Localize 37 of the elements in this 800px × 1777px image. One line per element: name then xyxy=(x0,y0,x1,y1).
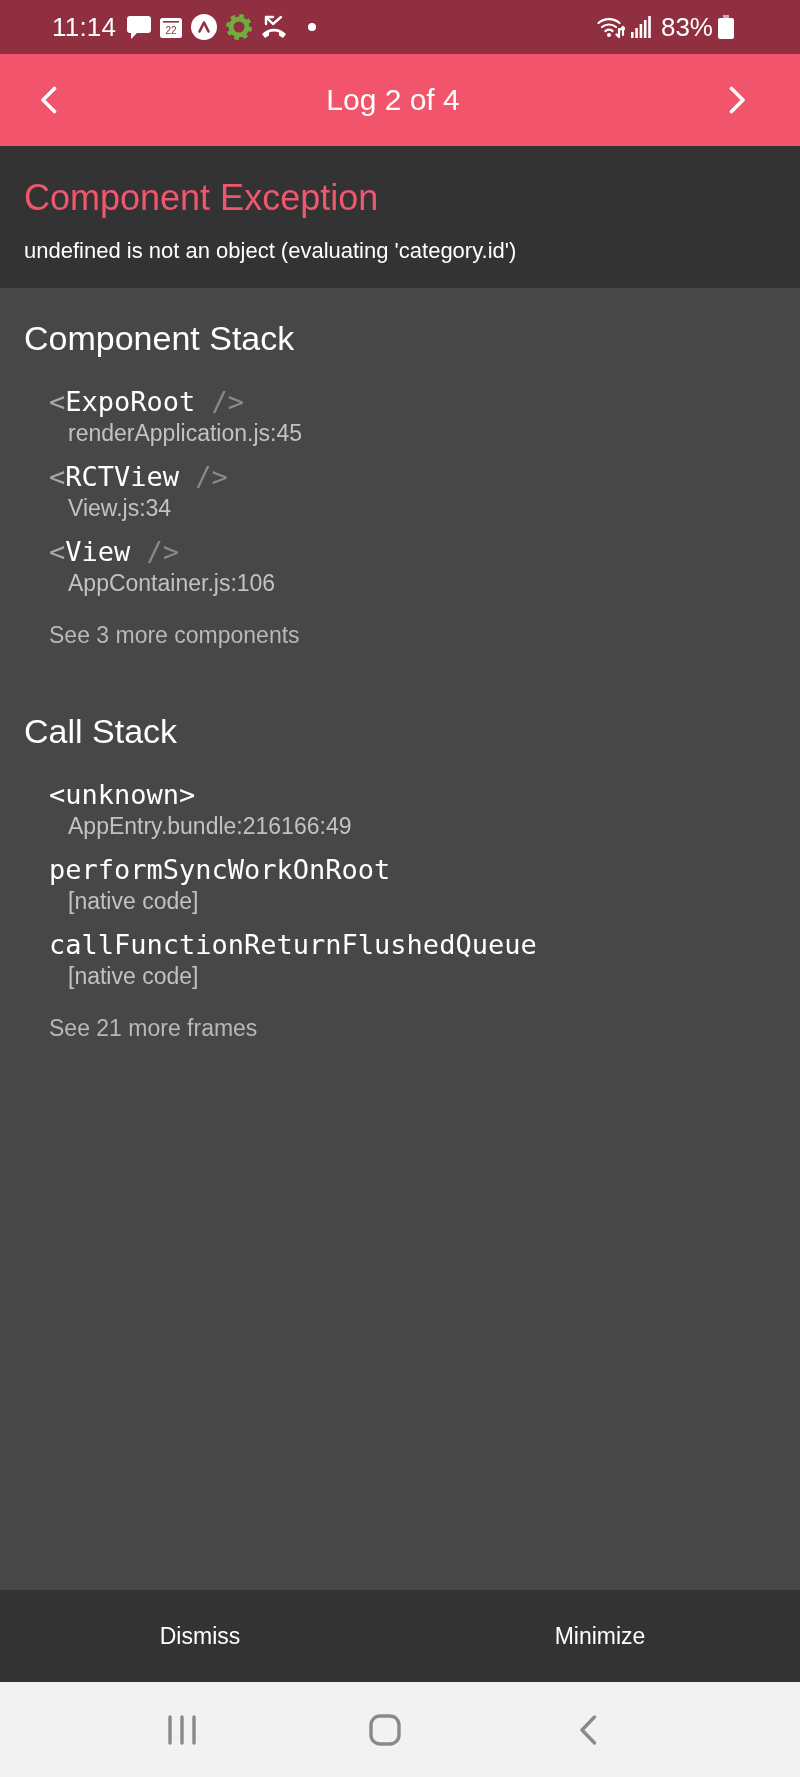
battery-icon xyxy=(718,15,734,39)
chevron-right-icon[interactable] xyxy=(729,86,746,114)
source-location: [native code] xyxy=(68,962,199,991)
dismiss-button[interactable]: Dismiss xyxy=(0,1590,400,1682)
notification-dot-icon xyxy=(308,23,317,31)
see-more-link[interactable]: See 3 more components xyxy=(49,620,300,650)
chevron-left-icon[interactable] xyxy=(40,86,57,114)
chat-bubble-icon xyxy=(127,15,152,39)
function-name: performSyncWorkOnRoot xyxy=(49,854,391,886)
error-message: undefined is not an object (evaluating 'category.id') xyxy=(24,237,517,265)
log-counter-title: Log 2 of 4 xyxy=(326,82,460,118)
signal-icon xyxy=(630,16,651,38)
chevron-circle-icon xyxy=(191,14,218,40)
wifi-icon xyxy=(596,16,625,38)
function-name: callFunctionReturnFlushedQueue xyxy=(49,929,537,961)
error-title: Component Exception xyxy=(24,176,379,220)
recent-apps-icon[interactable] xyxy=(166,1714,197,1745)
source-location: AppContainer.js:106 xyxy=(68,569,276,598)
section-title: Component Stack xyxy=(24,318,295,358)
component-name: <View /> xyxy=(49,536,180,568)
back-icon[interactable] xyxy=(579,1714,598,1745)
source-location: AppEntry.bundle:216166:49 xyxy=(68,812,352,841)
battery-percentage: 83% xyxy=(660,12,713,42)
function-name: <unknown> xyxy=(49,779,196,811)
source-location: View.js:34 xyxy=(68,494,172,523)
source-location: [native code] xyxy=(68,887,199,916)
missed-call-icon xyxy=(261,15,288,39)
see-more-link[interactable]: See 21 more frames xyxy=(49,1013,258,1043)
component-name: <RCTView /> xyxy=(49,461,228,493)
home-icon[interactable] xyxy=(369,1713,401,1746)
source-location: renderApplication.js:45 xyxy=(68,419,302,448)
component-name: <ExpoRoot /> xyxy=(49,386,245,418)
section-title: Call Stack xyxy=(24,711,178,751)
calendar-icon: 22 xyxy=(160,16,183,38)
clock-time: 11:14 xyxy=(52,12,117,42)
minimize-button[interactable]: Minimize xyxy=(400,1590,800,1682)
gear-icon xyxy=(226,14,253,40)
